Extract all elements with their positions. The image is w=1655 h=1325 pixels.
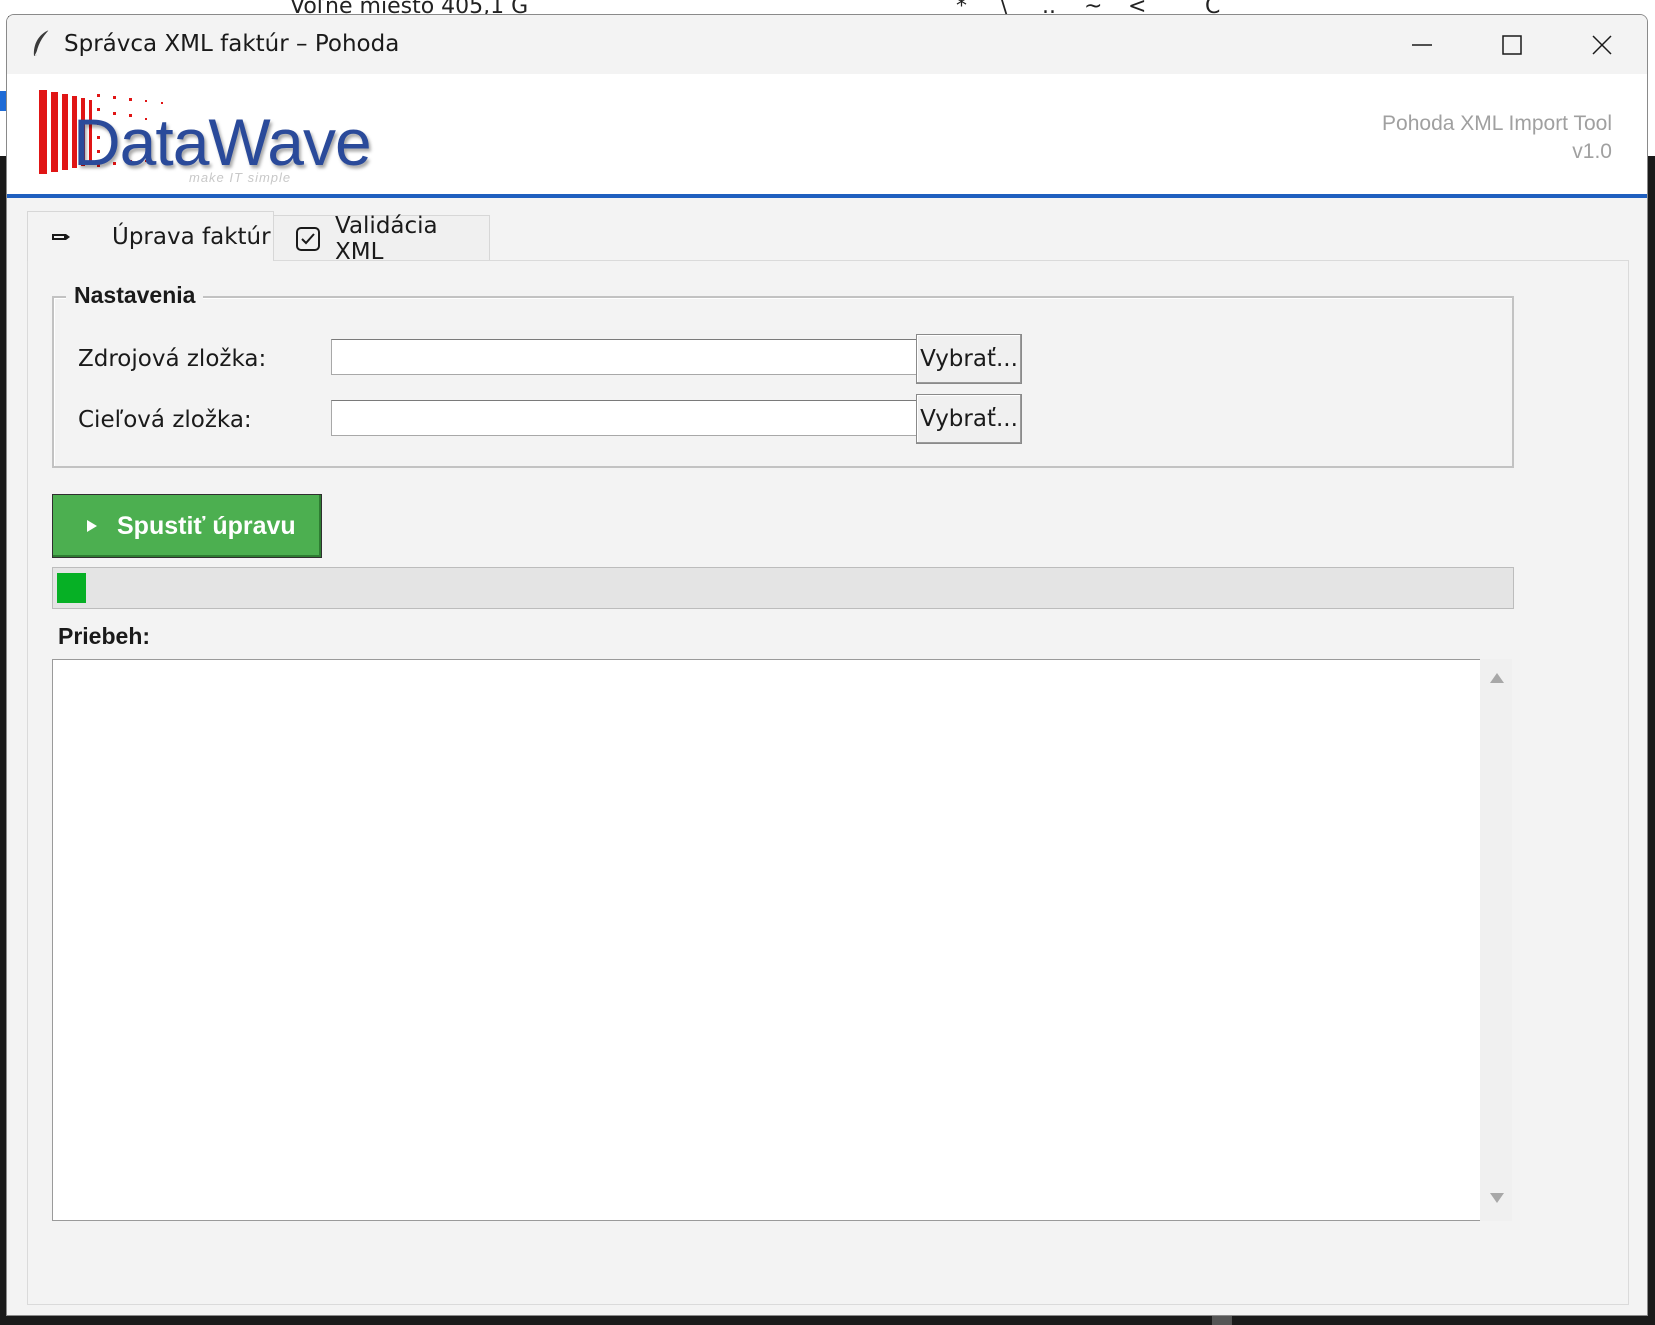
title-bar[interactable]: Správca XML faktúr – Pohoda: [7, 15, 1647, 74]
scroll-up-arrow-icon[interactable]: [1489, 671, 1505, 689]
target-folder-label: Cieľová zložka:: [78, 407, 252, 433]
feather-icon: [29, 28, 53, 60]
tab-xml-validation[interactable]: Validácia XML: [272, 213, 490, 265]
close-icon: [1592, 34, 1612, 55]
settings-legend: Nastavenia: [66, 282, 204, 309]
source-folder-input[interactable]: [331, 339, 917, 375]
play-icon: [85, 518, 99, 534]
datawave-logo: DataWave make IT simple: [37, 90, 397, 190]
log-scrollbar[interactable]: [1480, 659, 1512, 1221]
run-edit-button[interactable]: Spustiť úpravu: [52, 494, 322, 558]
log-textarea[interactable]: [52, 659, 1481, 1221]
tab-invoice-editing[interactable]: Úprava faktúr: [27, 211, 274, 261]
checkbox-icon: [295, 226, 321, 252]
maximize-button[interactable]: [1467, 15, 1557, 74]
source-folder-label: Zdrojová zložka:: [78, 346, 267, 372]
window-title: Správca XML faktúr – Pohoda: [64, 31, 400, 57]
progress-fill: [57, 573, 86, 603]
logo-tagline: make IT simple: [189, 170, 292, 185]
close-button[interactable]: [1557, 15, 1647, 74]
tab-label: Validácia XML: [335, 212, 438, 265]
log-label: Priebeh:: [58, 623, 151, 649]
progress-bar: [52, 567, 1514, 609]
tool-info: Pohoda XML Import Tool v1.0: [1382, 110, 1612, 166]
minimize-button[interactable]: [1377, 15, 1467, 74]
run-button-label: Spustiť úpravu: [117, 511, 296, 540]
browse-target-button[interactable]: Vybrať...: [916, 394, 1022, 444]
minimize-icon: [1412, 43, 1432, 46]
tool-name: Pohoda XML Import Tool: [1382, 112, 1612, 135]
app-header: DataWave make IT simple Pohoda XML Impor…: [7, 74, 1647, 198]
settings-group: Nastavenia Zdrojová zložka: Vybrať... Ci…: [52, 282, 1514, 468]
app-window: Správca XML faktúr – Pohoda DataWave mak…: [6, 14, 1648, 1316]
tool-version: v1.0: [1572, 140, 1612, 163]
pencil-icon: [50, 230, 72, 244]
scroll-down-arrow-icon[interactable]: [1489, 1191, 1505, 1209]
maximize-icon: [1502, 34, 1522, 55]
tab-panel: Nastavenia Zdrojová zložka: Vybrať... Ci…: [27, 260, 1629, 1305]
browse-source-button[interactable]: Vybrať...: [916, 334, 1022, 384]
target-folder-input[interactable]: [331, 400, 917, 436]
tab-label: Úprava faktúr: [112, 223, 271, 250]
logo-text: DataWave: [73, 105, 372, 179]
